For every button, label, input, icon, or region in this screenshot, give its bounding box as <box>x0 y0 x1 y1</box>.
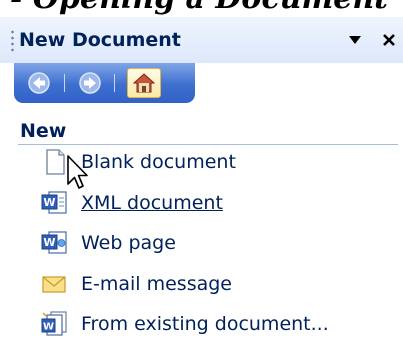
list-item-xml-document[interactable]: W XML document <box>40 188 223 218</box>
task-pane-titlebar: New Document <box>0 17 403 63</box>
envelope-icon <box>42 276 66 293</box>
grip-handle[interactable] <box>11 29 14 53</box>
svg-text:W: W <box>43 322 54 333</box>
section-heading-new: New <box>20 120 67 142</box>
home-icon <box>132 73 156 93</box>
item-label: Blank document <box>81 151 236 173</box>
forward-button[interactable] <box>73 68 107 98</box>
item-label: XML document <box>81 192 223 214</box>
list-item-email-message[interactable]: E-mail message <box>40 269 232 299</box>
separator <box>64 74 65 92</box>
list-item-blank-document[interactable]: Blank document <box>40 147 236 177</box>
web-page-icon: W <box>41 231 67 254</box>
cut-off-heading: - Opening a Document <box>10 0 388 17</box>
list-item-web-page[interactable]: W Web page <box>40 228 176 258</box>
existing-document-icon: W <box>41 311 67 336</box>
task-pane-title: New Document <box>19 29 181 51</box>
back-button[interactable] <box>22 68 56 98</box>
item-label: From existing document... <box>81 313 329 335</box>
svg-text:W: W <box>43 236 55 249</box>
separator <box>114 74 115 92</box>
item-label: Web page <box>81 232 176 254</box>
list-item-from-existing-document[interactable]: W From existing document... <box>40 309 329 339</box>
dropdown-arrow-icon[interactable] <box>347 32 363 48</box>
back-arrow-icon <box>28 72 50 94</box>
item-label: E-mail message <box>81 273 232 295</box>
task-pane: New Document New Blank document W XML do… <box>0 17 403 343</box>
blank-document-icon <box>46 149 65 175</box>
forward-arrow-icon <box>79 72 101 94</box>
home-button[interactable] <box>127 68 161 98</box>
section-divider <box>18 144 398 145</box>
svg-text:W: W <box>43 196 55 209</box>
close-icon[interactable] <box>379 30 399 50</box>
xml-document-icon: W <box>41 191 67 214</box>
navigation-bar <box>14 63 195 103</box>
